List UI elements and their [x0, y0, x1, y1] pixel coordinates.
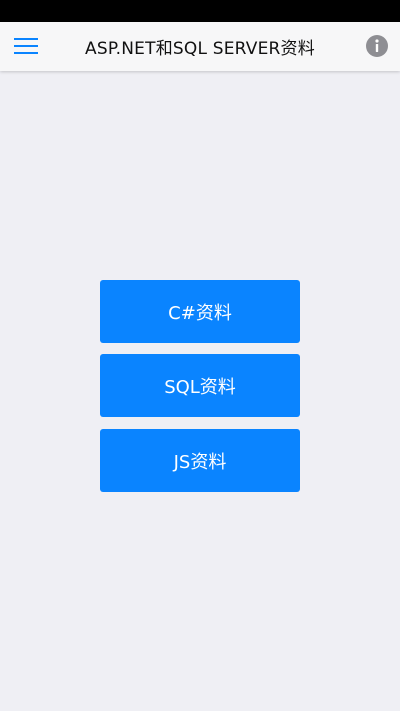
menu-button[interactable] [8, 28, 44, 64]
info-button[interactable] [364, 33, 390, 59]
csharp-docs-button[interactable]: C#资料 [100, 280, 300, 343]
app-header: ASP.NET和SQL SERVER资料 [0, 22, 400, 71]
hamburger-menu-icon [14, 38, 38, 54]
js-docs-button[interactable]: JS资料 [100, 429, 300, 492]
status-bar [0, 0, 400, 22]
info-icon [366, 35, 388, 57]
main-content: C#资料 SQL资料 JS资料 [0, 71, 400, 711]
page-title: ASP.NET和SQL SERVER资料 [85, 39, 315, 59]
sql-docs-button[interactable]: SQL资料 [100, 354, 300, 417]
